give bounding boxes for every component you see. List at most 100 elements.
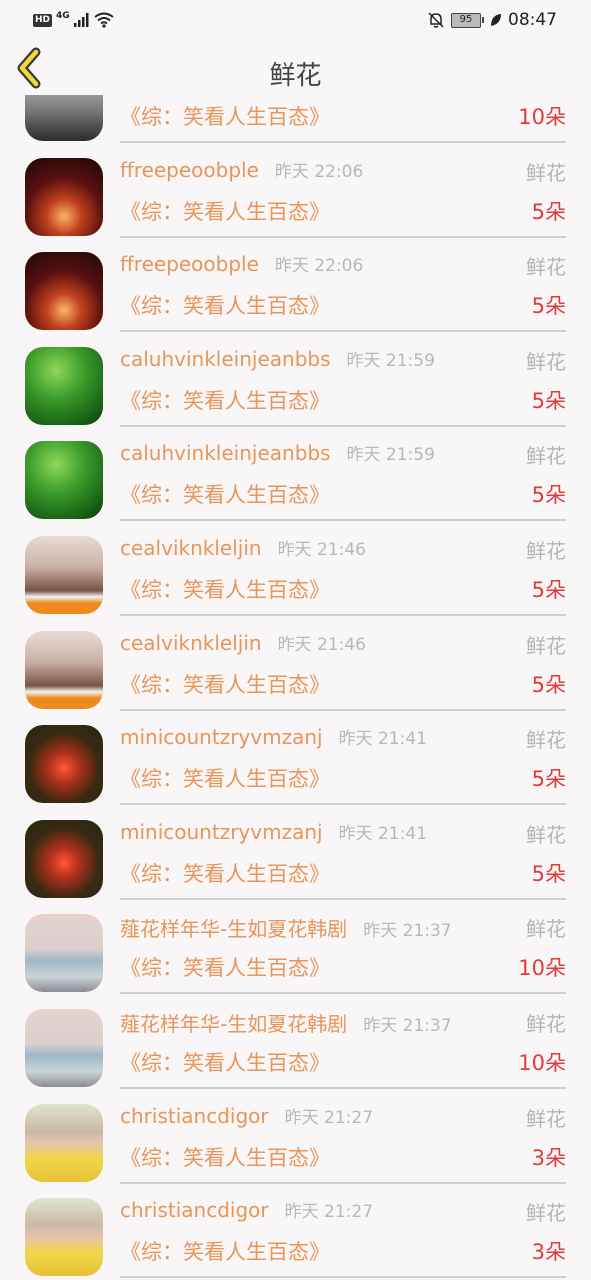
username: minicountzryvmzanj 昨天 21:41 <box>120 724 427 749</box>
gift-type: 鲜花 <box>526 728 566 753</box>
list-item[interactable]: caluhvinkleinjeanbbs 昨天 21:59 鲜花 《综：笑看人生百… <box>0 337 591 432</box>
book-title[interactable]: 《综：笑看人生百态》 <box>120 1142 330 1172</box>
book-title[interactable]: 《综：笑看人生百态》 <box>120 1236 330 1266</box>
flower-count: 5朵 <box>531 388 566 413</box>
divider <box>120 708 566 711</box>
list-item-header: minicountzryvmzanj 昨天 21:41 鲜花 <box>120 724 566 754</box>
list-item-detail: 《综：笑看人生百态》 5朵 <box>120 858 566 890</box>
list-item-detail: 《综：笑看人生百态》 3朵 <box>120 1142 566 1174</box>
list-item[interactable]: cealviknkleljin 昨天 21:46 鲜花 《综：笑看人生百态》 5朵 <box>0 621 591 716</box>
username-text: ffreepeoobple <box>120 157 259 182</box>
divider <box>120 424 566 427</box>
book-title[interactable]: 《综：笑看人生百态》 <box>120 574 330 604</box>
timestamp: 昨天 21:41 <box>338 823 427 844</box>
title-bar: 鲜花 <box>0 40 591 95</box>
list-item-header: caluhvinkleinjeanbbs 昨天 21:59 鲜花 <box>120 346 566 376</box>
battery-level: 95 <box>451 12 481 28</box>
list-item[interactable]: minicountzryvmzanj 昨天 21:41 鲜花 《综：笑看人生百态》… <box>0 810 591 905</box>
avatar[interactable] <box>25 157 103 236</box>
divider <box>120 235 566 238</box>
avatar[interactable] <box>25 346 103 425</box>
list-item[interactable]: christiancdigor 昨天 21:27 鲜花 《综：笑看人生百态》 3朵 <box>0 1094 591 1189</box>
username-text: ffreepeoobple <box>120 252 259 277</box>
list-item-header: minicountzryvmzanj 昨天 21:41 鲜花 <box>120 819 566 849</box>
timestamp: 昨天 21:37 <box>363 921 452 942</box>
avatar[interactable] <box>25 95 103 141</box>
book-title[interactable]: 《综：笑看人生百态》 <box>120 952 330 982</box>
username: christiancdigor 昨天 21:27 <box>120 1103 373 1128</box>
flower-count: 5朵 <box>531 861 566 886</box>
avatar[interactable] <box>25 630 103 709</box>
list-item-header: ffreepeoobple 昨天 22:06 鲜花 <box>120 251 566 281</box>
timestamp: 昨天 21:37 <box>363 1015 452 1036</box>
gift-type: 鲜花 <box>526 444 566 469</box>
gift-type: 鲜花 <box>526 160 566 185</box>
username: cealviknkleljin 昨天 21:46 <box>120 535 366 560</box>
book-title[interactable]: 《综：笑看人生百态》 <box>120 385 330 415</box>
gift-type: 鲜花 <box>526 349 566 374</box>
avatar[interactable] <box>25 914 103 993</box>
book-title[interactable]: 《综：笑看人生百态》 <box>120 763 330 793</box>
page-title: 鲜花 <box>269 61 322 91</box>
list-item[interactable]: caluhvinkleinjeanbbs 昨天 21:59 鲜花 《综：笑看人生百… <box>0 431 591 526</box>
book-title[interactable]: 《综：笑看人生百态》 <box>120 669 330 699</box>
username-text: caluhvinkleinjeanbbs <box>120 441 331 466</box>
flower-count: 3朵 <box>531 1145 566 1170</box>
username-text: minicountzryvmzanj <box>120 725 323 750</box>
list-item[interactable]: minicountzryvmzanj 昨天 21:41 鲜花 《综：笑看人生百态》… <box>0 715 591 810</box>
avatar[interactable] <box>25 535 103 614</box>
divider <box>120 1276 566 1279</box>
username: 薤花样年华-生如夏花韩剧 昨天 21:37 <box>120 913 452 942</box>
avatar[interactable] <box>25 1103 103 1182</box>
list-item[interactable]: 《综：笑看人生百态》 10朵 <box>0 95 591 148</box>
list-item[interactable]: ffreepeoobple 昨天 22:06 鲜花 《综：笑看人生百态》 5朵 <box>0 148 591 243</box>
avatar[interactable] <box>25 1198 103 1277</box>
list-item-detail: 《综：笑看人生百态》 5朵 <box>120 479 566 511</box>
avatar[interactable] <box>25 725 103 804</box>
signal-icon <box>73 13 89 27</box>
divider <box>120 519 566 522</box>
list-item-header: christiancdigor 昨天 21:27 鲜花 <box>120 1197 566 1227</box>
username-text: christiancdigor <box>120 1198 269 1223</box>
list-item-header: cealviknkleljin 昨天 21:46 鲜花 <box>120 535 566 565</box>
book-title[interactable]: 《综：笑看人生百态》 <box>120 858 330 888</box>
list-item[interactable]: ffreepeoobple 昨天 22:06 鲜花 《综：笑看人生百态》 5朵 <box>0 242 591 337</box>
username-text: 薤花样年华-生如夏花韩剧 <box>120 1011 348 1036</box>
avatar[interactable] <box>25 441 103 520</box>
book-title[interactable]: 《综：笑看人生百态》 <box>120 101 330 131</box>
book-title[interactable]: 《综：笑看人生百态》 <box>120 1047 330 1077</box>
username: ffreepeoobple 昨天 22:06 <box>120 157 363 182</box>
divider <box>120 803 566 806</box>
leaf-icon <box>491 14 501 26</box>
list-item[interactable]: 薤花样年华-生如夏花韩剧 昨天 21:37 鲜花 《综：笑看人生百态》 10朵 <box>0 999 591 1094</box>
flower-count: 5朵 <box>531 577 566 602</box>
list-item-detail: 《综：笑看人生百态》 5朵 <box>120 385 566 417</box>
avatar[interactable] <box>25 252 103 331</box>
list-item[interactable]: cealviknkleljin 昨天 21:46 鲜花 《综：笑看人生百态》 5朵 <box>0 526 591 621</box>
book-title[interactable]: 《综：笑看人生百态》 <box>120 290 330 320</box>
username-text: caluhvinkleinjeanbbs <box>120 346 331 371</box>
username-text: 薤花样年华-生如夏花韩剧 <box>120 917 348 942</box>
timestamp: 昨天 22:06 <box>274 256 364 277</box>
avatar[interactable] <box>25 819 103 898</box>
flower-count: 3朵 <box>531 1240 566 1265</box>
timestamp: 昨天 21:41 <box>338 729 427 750</box>
flower-count: 5朵 <box>531 199 566 224</box>
battery-icon: 95 <box>451 12 484 28</box>
gift-type: 鲜花 <box>526 1201 566 1226</box>
username: caluhvinkleinjeanbbs 昨天 21:59 <box>120 440 435 465</box>
book-title[interactable]: 《综：笑看人生百态》 <box>120 196 330 226</box>
list-item[interactable]: 薤花样年华-生如夏花韩剧 昨天 21:37 鲜花 《综：笑看人生百态》 10朵 <box>0 904 591 999</box>
divider <box>120 330 566 333</box>
list-item[interactable]: christiancdigor 昨天 21:27 鲜花 《综：笑看人生百态》 3朵 <box>0 1188 591 1280</box>
avatar[interactable] <box>25 1008 103 1087</box>
timestamp: 昨天 21:46 <box>277 539 366 560</box>
status-left: HD 4G <box>33 10 114 30</box>
flower-count: 10朵 <box>518 105 566 129</box>
flower-count: 5朵 <box>531 483 566 508</box>
status-right: 95 08:47 <box>427 9 557 31</box>
flower-list[interactable]: 《综：笑看人生百态》 10朵 ffreepeoobple 昨天 22:06 鲜花 … <box>0 95 591 1280</box>
gift-type: 鲜花 <box>526 538 566 563</box>
book-title[interactable]: 《综：笑看人生百态》 <box>120 479 330 509</box>
divider <box>120 613 566 616</box>
